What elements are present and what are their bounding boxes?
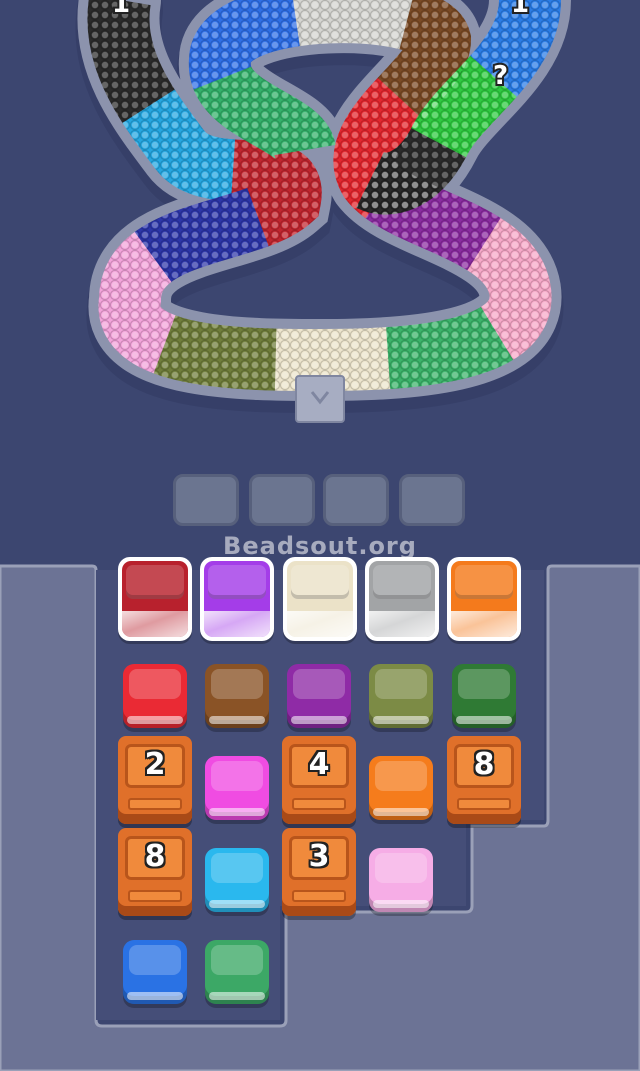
locked-crate[interactable]: 8 bbox=[447, 736, 521, 824]
crate-count: 8 bbox=[144, 839, 166, 874]
tile-cyan[interactable] bbox=[205, 848, 269, 912]
tile-magenta[interactable] bbox=[205, 756, 269, 820]
tile-green-teal[interactable] bbox=[205, 940, 269, 1004]
cup-cream[interactable] bbox=[283, 557, 357, 641]
locked-crate[interactable]: 3 bbox=[282, 828, 356, 916]
crate-count: 2 bbox=[144, 747, 166, 782]
crate-count: 4 bbox=[308, 747, 330, 782]
crate-count: 8 bbox=[473, 747, 495, 782]
tile-brown[interactable] bbox=[205, 664, 269, 728]
watermark: Beadsout.org bbox=[223, 532, 417, 560]
tile-violet[interactable] bbox=[287, 664, 351, 728]
crate-count: 3 bbox=[308, 839, 330, 874]
locked-crate[interactable]: 4 bbox=[282, 736, 356, 824]
tile-green[interactable] bbox=[452, 664, 516, 728]
cup-dark-red[interactable] bbox=[118, 557, 192, 641]
tile-red[interactable] bbox=[123, 664, 187, 728]
cup-purple[interactable] bbox=[200, 557, 274, 641]
cup-gray[interactable] bbox=[365, 557, 439, 641]
tile-pink[interactable] bbox=[369, 848, 433, 912]
tile-orange[interactable] bbox=[369, 756, 433, 820]
tile-olive[interactable] bbox=[369, 664, 433, 728]
tile-blue[interactable] bbox=[123, 940, 187, 1004]
locked-crate[interactable]: 8 bbox=[118, 828, 192, 916]
cup-orange[interactable] bbox=[447, 557, 521, 641]
locked-crate[interactable]: 2 bbox=[118, 736, 192, 824]
